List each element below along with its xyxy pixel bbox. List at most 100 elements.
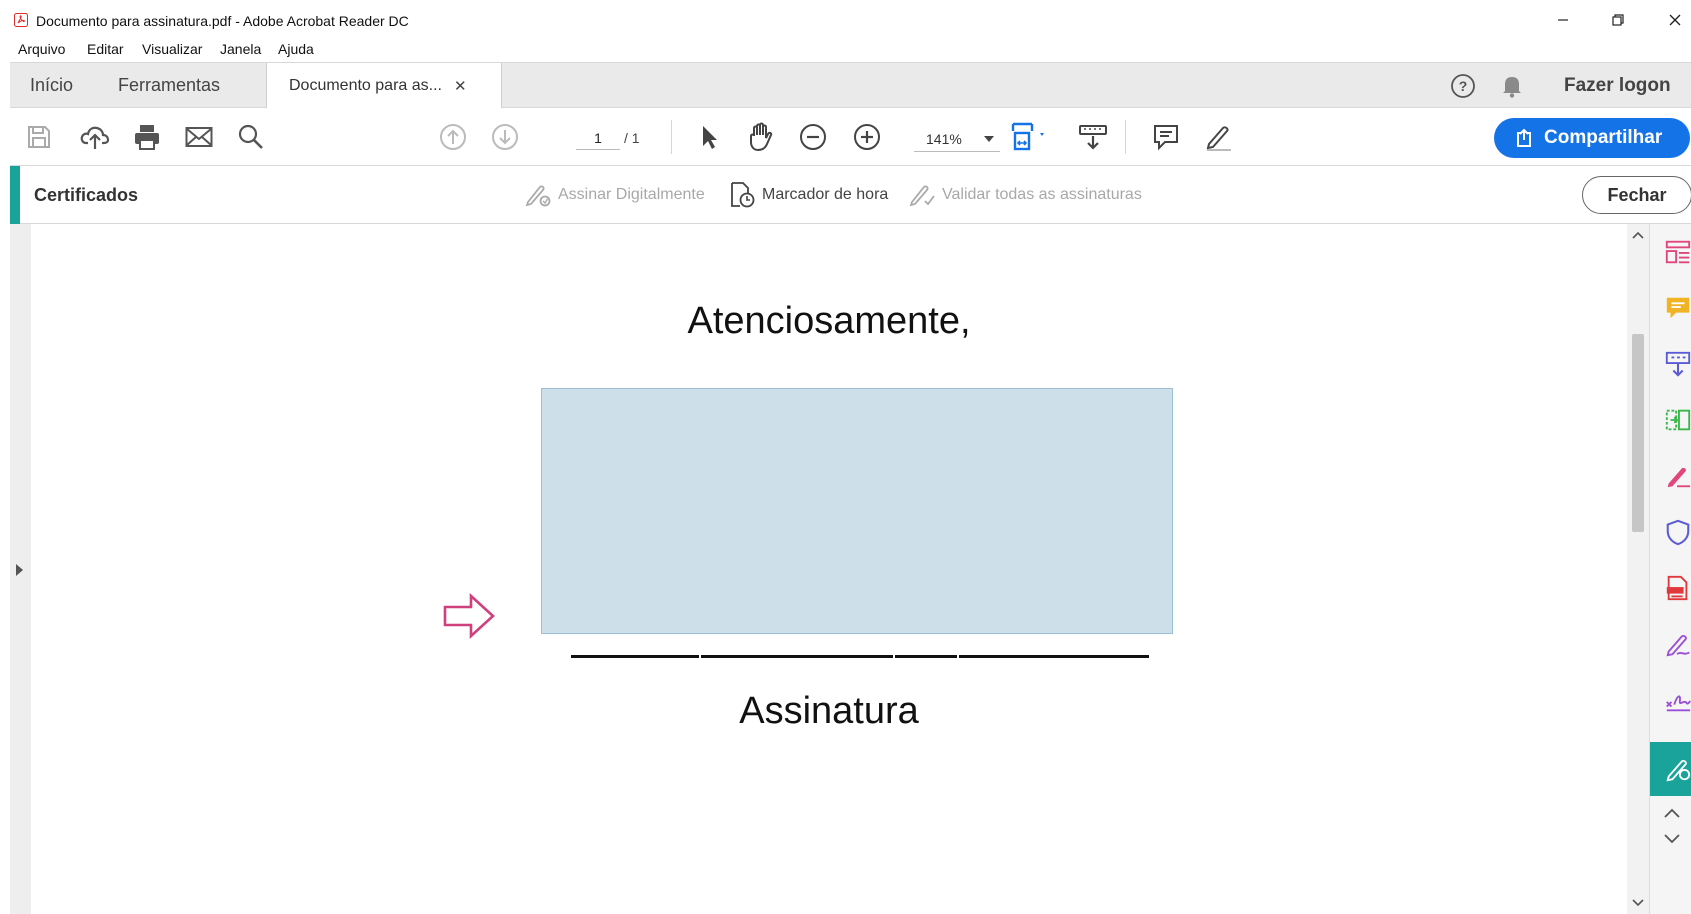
protect-tool[interactable] bbox=[1650, 504, 1691, 560]
login-button[interactable]: Fazer logon bbox=[1564, 63, 1671, 108]
expand-panel-icon[interactable] bbox=[16, 564, 23, 576]
select-tool-button[interactable] bbox=[694, 122, 724, 152]
tab-tools[interactable]: Ferramentas bbox=[118, 63, 220, 108]
page-number-input[interactable]: 1 bbox=[576, 126, 620, 150]
certificates-tool[interactable] bbox=[1650, 742, 1691, 796]
cloud-upload-icon bbox=[80, 126, 110, 149]
scroll-up-button[interactable] bbox=[1627, 224, 1649, 246]
zoom-in-button[interactable] bbox=[852, 122, 882, 152]
fill-sign-tool[interactable] bbox=[1650, 448, 1691, 504]
rail-scroll-down[interactable] bbox=[1650, 826, 1691, 852]
arrow-up-circle-icon bbox=[440, 124, 466, 150]
mail-icon bbox=[185, 127, 213, 147]
arrow-down-circle-icon bbox=[492, 124, 518, 150]
organize-pages-tool[interactable] bbox=[1650, 224, 1691, 280]
window-title: Documento para assinatura.pdf - Adobe Ac… bbox=[36, 13, 409, 29]
minimize-icon bbox=[1558, 19, 1568, 21]
page-fit-button[interactable] bbox=[1010, 122, 1050, 152]
pointer-icon bbox=[703, 126, 717, 149]
timestamp-label: Marcador de hora bbox=[762, 186, 889, 203]
hand-icon bbox=[750, 122, 773, 152]
toolbar-divider bbox=[1125, 120, 1126, 154]
zoom-out-button[interactable] bbox=[798, 122, 828, 152]
hand-tool-button[interactable] bbox=[746, 122, 776, 152]
sign-digitally-button[interactable]: Assinar Digitalmente bbox=[524, 180, 705, 210]
comment-icon bbox=[1154, 125, 1178, 151]
menu-ajuda[interactable]: Ajuda bbox=[278, 41, 314, 57]
upload-cloud-button[interactable] bbox=[80, 122, 110, 152]
bell-icon bbox=[1503, 76, 1521, 98]
tab-close-icon[interactable]: ✕ bbox=[454, 77, 467, 95]
menu-visualizar[interactable]: Visualizar bbox=[142, 41, 202, 57]
title-bar: Documento para assinatura.pdf - Adobe Ac… bbox=[0, 0, 1691, 40]
save-icon bbox=[28, 126, 50, 148]
chevron-up-icon bbox=[1632, 231, 1644, 239]
tab-row: Início Ferramentas Documento para as... … bbox=[10, 62, 1691, 109]
save-button[interactable] bbox=[24, 122, 54, 152]
search-icon bbox=[238, 124, 263, 149]
signature-line-segment bbox=[959, 655, 1149, 658]
zoom-select[interactable]: 141% bbox=[914, 126, 1000, 152]
validate-signatures-label: Validar todas as assinaturas bbox=[942, 186, 1142, 203]
email-button[interactable] bbox=[184, 122, 214, 152]
search-button[interactable] bbox=[236, 122, 266, 152]
menu-arquivo[interactable]: Arquivo bbox=[18, 41, 65, 57]
minimize-button[interactable] bbox=[1543, 8, 1583, 32]
zoom-in-icon bbox=[854, 124, 880, 150]
main-toolbar: 1 / 1 141% Compartilhar bbox=[10, 108, 1691, 166]
signature-line-segment bbox=[701, 655, 893, 658]
tab-document[interactable]: Documento para as... ✕ bbox=[266, 63, 502, 109]
rail-scroll-up[interactable] bbox=[1650, 800, 1691, 826]
toolbar-divider bbox=[671, 120, 672, 154]
menu-janela[interactable]: Janela bbox=[220, 41, 261, 57]
pen-icon bbox=[1206, 126, 1231, 151]
scrollbar-thumb[interactable] bbox=[1632, 334, 1644, 532]
tab-document-label: Documento para as... bbox=[289, 77, 442, 94]
chevron-up-icon bbox=[1664, 808, 1680, 818]
close-window-button[interactable] bbox=[1655, 8, 1691, 32]
export-pdf-tool[interactable] bbox=[1650, 560, 1691, 616]
signature-field[interactable] bbox=[541, 388, 1173, 634]
fill-form-icon bbox=[1666, 695, 1691, 712]
left-panel-collapsed[interactable] bbox=[10, 224, 31, 914]
vertical-scrollbar[interactable] bbox=[1627, 224, 1649, 914]
page-total: / 1 bbox=[624, 130, 640, 146]
svg-text:?: ? bbox=[1459, 78, 1468, 94]
tab-home[interactable]: Início bbox=[30, 63, 73, 108]
print-button[interactable] bbox=[132, 122, 162, 152]
share-button[interactable]: Compartilhar bbox=[1494, 118, 1690, 158]
certificates-title: Certificados bbox=[34, 185, 139, 205]
zoom-out-icon bbox=[800, 124, 826, 150]
timestamp-button[interactable]: Marcador de hora bbox=[728, 180, 888, 210]
document-closing-text: Atenciosamente, bbox=[687, 300, 971, 342]
keyboard-download-icon bbox=[1079, 125, 1107, 150]
restore-button[interactable] bbox=[1598, 8, 1638, 32]
certificates-accent bbox=[10, 166, 20, 224]
read-mode-button[interactable] bbox=[1078, 122, 1108, 152]
next-page-button[interactable] bbox=[490, 122, 520, 152]
certificates-icon bbox=[1666, 759, 1691, 782]
fill-form-tool[interactable] bbox=[1650, 672, 1691, 728]
signature-label-text: Assinatura bbox=[739, 690, 919, 732]
scroll-down-button[interactable] bbox=[1627, 892, 1649, 914]
signature-line-segment bbox=[571, 655, 699, 658]
request-signature-icon bbox=[1666, 634, 1690, 657]
share-icon bbox=[1517, 128, 1531, 147]
request-signature-tool[interactable] bbox=[1650, 616, 1691, 672]
notifications-button[interactable] bbox=[1500, 63, 1524, 108]
previous-page-button[interactable] bbox=[438, 122, 468, 152]
combine-files-tool[interactable] bbox=[1650, 392, 1691, 448]
tab-home-label: Início bbox=[30, 75, 74, 95]
validate-signatures-button[interactable]: Validar todas as assinaturas bbox=[908, 180, 1142, 210]
login-label: Fazer logon bbox=[1564, 74, 1671, 96]
comment-button[interactable] bbox=[1151, 122, 1181, 152]
comment-tool[interactable] bbox=[1650, 280, 1691, 336]
menu-editar[interactable]: Editar bbox=[87, 41, 124, 57]
help-button[interactable]: ? bbox=[1450, 63, 1476, 108]
combine-files-icon bbox=[1665, 409, 1691, 431]
close-icon bbox=[1669, 14, 1681, 26]
compress-pdf-tool[interactable] bbox=[1650, 336, 1691, 392]
highlight-button[interactable] bbox=[1203, 122, 1233, 152]
close-certificates-button[interactable]: Fechar bbox=[1582, 176, 1691, 214]
chevron-down-icon bbox=[984, 136, 994, 142]
